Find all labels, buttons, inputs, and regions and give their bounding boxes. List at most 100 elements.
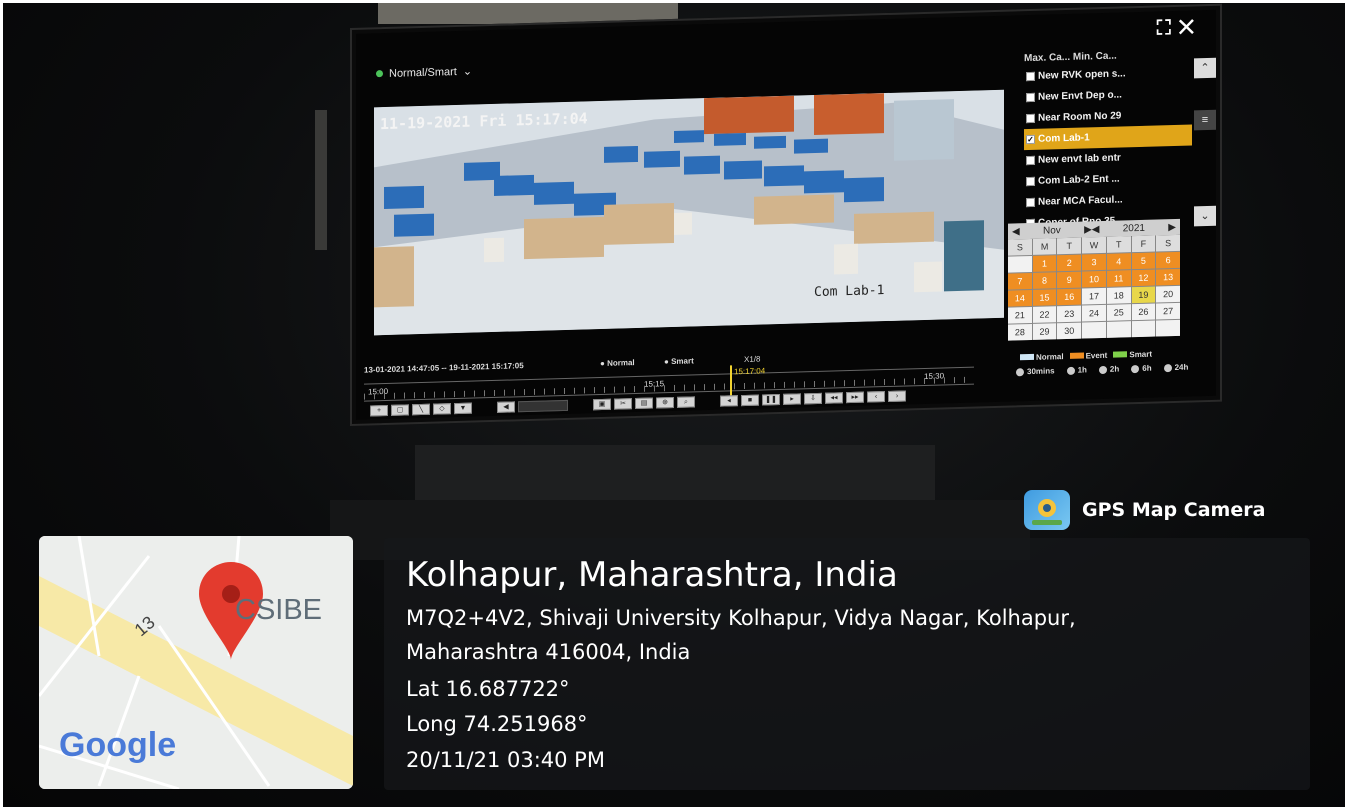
calendar-day[interactable]: 16 [1057,288,1082,306]
prev-icon[interactable]: ‹ [867,391,885,403]
calendar-day[interactable]: 22 [1032,306,1057,323]
checkbox-icon[interactable]: ✓ [1026,134,1035,145]
calendar-day[interactable]: 3 [1082,253,1106,271]
timeline-tick [794,381,795,388]
timeline-tick [534,388,535,395]
calendar-day[interactable]: 14 [1008,289,1032,307]
calendar-day[interactable]: 21 [1008,306,1032,324]
download-icon[interactable]: ⇩ [804,392,822,405]
calendar-day[interactable]: 2 [1057,254,1082,272]
snapshot-icon[interactable]: ▣ [593,398,611,411]
checkbox-icon[interactable] [1026,176,1035,187]
time-range-option[interactable]: 24h [1163,363,1188,373]
radio-icon [1066,366,1075,375]
tag-icon[interactable]: ◇ [433,403,451,415]
crop-icon[interactable]: ▢ [391,404,409,416]
timeline-tick [864,379,865,386]
calendar-day[interactable]: 13 [1156,268,1180,286]
next-month-icon[interactable]: ▶◀ [1084,224,1099,235]
calendar-day[interactable]: 27 [1156,302,1180,320]
capture-datetime: 20/11/21 03:40 PM [406,748,605,772]
calendar-day[interactable]: 19 [1131,286,1156,304]
volume-slider[interactable] [518,399,568,413]
scroll-down-button[interactable]: ⌄ [1194,205,1216,227]
calendar-day[interactable]: 7 [1008,272,1032,290]
radio-normal[interactable]: ● Normal [600,358,635,368]
calendar-day[interactable]: 10 [1082,270,1106,288]
calendar-day[interactable]: 12 [1131,269,1156,287]
time-range-option[interactable]: 1h [1066,365,1087,375]
draw-icon[interactable]: ╲ [412,403,430,416]
checkbox-icon[interactable] [1026,71,1035,82]
timeline-tick [514,389,515,396]
playback-mode-selector[interactable]: Normal/Smart ⌄ [376,65,472,81]
close-icon[interactable]: ✕ [1179,16,1202,39]
calendar-day[interactable]: 11 [1106,270,1131,287]
step-icon[interactable]: ▸ [783,393,801,405]
timeline-tick [954,377,955,384]
calendar-day[interactable]: 24 [1082,304,1106,322]
mode-label: Normal/Smart [389,65,457,80]
calendar-day[interactable]: 20 [1156,285,1180,303]
calendar-day[interactable]: 17 [1082,287,1106,305]
calendar-day[interactable]: 15 [1032,289,1057,306]
scroll-up-button[interactable]: ⌃ [1194,57,1216,79]
calendar-day [1106,321,1131,338]
radio-icon [1131,364,1140,373]
stop-icon[interactable]: ■ [741,394,759,407]
calendar-day[interactable]: 28 [1008,323,1032,341]
time-range-label: 2h [1109,364,1120,374]
time-range-option[interactable]: 6h [1131,364,1152,374]
filter-icon[interactable]: ▼ [454,402,472,415]
checkbox-icon[interactable] [1026,92,1035,103]
next-year-icon[interactable]: ▶ [1168,221,1176,232]
calendar-day[interactable]: 8 [1032,272,1057,289]
calendar-day[interactable]: 18 [1106,287,1131,304]
calendar-day[interactable]: 29 [1032,323,1057,340]
checkbox-icon[interactable] [1026,113,1035,124]
add-clip-icon[interactable]: + [370,404,388,417]
prev-month-icon[interactable]: ◀ [1012,226,1020,237]
calendar-day[interactable]: 1 [1032,255,1057,272]
search-icon[interactable]: ⌕ [677,396,695,408]
timeline-tick [804,381,805,388]
reverse-icon[interactable]: ◂ [720,395,738,407]
fullscreen-icon[interactable]: ⛶ [1157,17,1179,40]
next-icon[interactable]: › [888,390,906,402]
camera-label: Com Lab-2 Ent ... [1038,173,1120,187]
calendar-day[interactable]: 26 [1131,303,1156,321]
calendar-weekday: M [1032,238,1057,255]
timeline-tick [524,389,525,396]
radio-smart[interactable]: ● Smart [664,356,694,366]
time-range-option[interactable]: 30mins [1016,366,1055,376]
timeline-cursor[interactable] [730,365,732,398]
lock-icon[interactable]: ▤ [635,397,653,410]
fast-forward-icon[interactable]: ▸▸ [846,391,864,404]
calendar-day[interactable]: 23 [1057,305,1082,323]
camera-list: Max. Ca... Min. Ca... New RVK open s... N… [1024,48,1192,234]
timeline-tick [734,383,735,390]
calendar-day[interactable]: 5 [1131,252,1156,270]
time-range-option[interactable]: 2h [1098,364,1120,375]
calendar-day[interactable]: 25 [1106,304,1131,321]
digital-zoom-icon[interactable]: ⊕ [656,396,674,409]
latitude: Lat 16.687722° [406,677,570,701]
timeline-tick [554,388,555,395]
volume-icon[interactable]: ◀ [497,401,515,413]
calendar-day[interactable]: 30 [1057,322,1082,340]
checkbox-icon[interactable] [1026,155,1035,166]
calendar-day[interactable]: 4 [1106,253,1131,270]
timeline-tick [474,390,475,397]
address-line-2: Maharashtra 416004, India [406,640,691,664]
checkbox-icon[interactable] [1026,197,1035,208]
rewind-icon[interactable]: ◂◂ [825,392,843,404]
timeline-tick [654,385,655,392]
menu-icon[interactable]: ≡ [1194,109,1216,131]
longitude: Long 74.251968° [406,712,588,736]
clip-icon[interactable]: ✂ [614,398,632,410]
location-title: Kolhapur, Maharashtra, India [406,555,898,595]
calendar-day[interactable]: 6 [1156,251,1180,269]
timeline-tick [574,387,575,394]
calendar-day[interactable]: 9 [1057,271,1082,289]
pause-icon[interactable]: ❚❚ [762,393,780,406]
